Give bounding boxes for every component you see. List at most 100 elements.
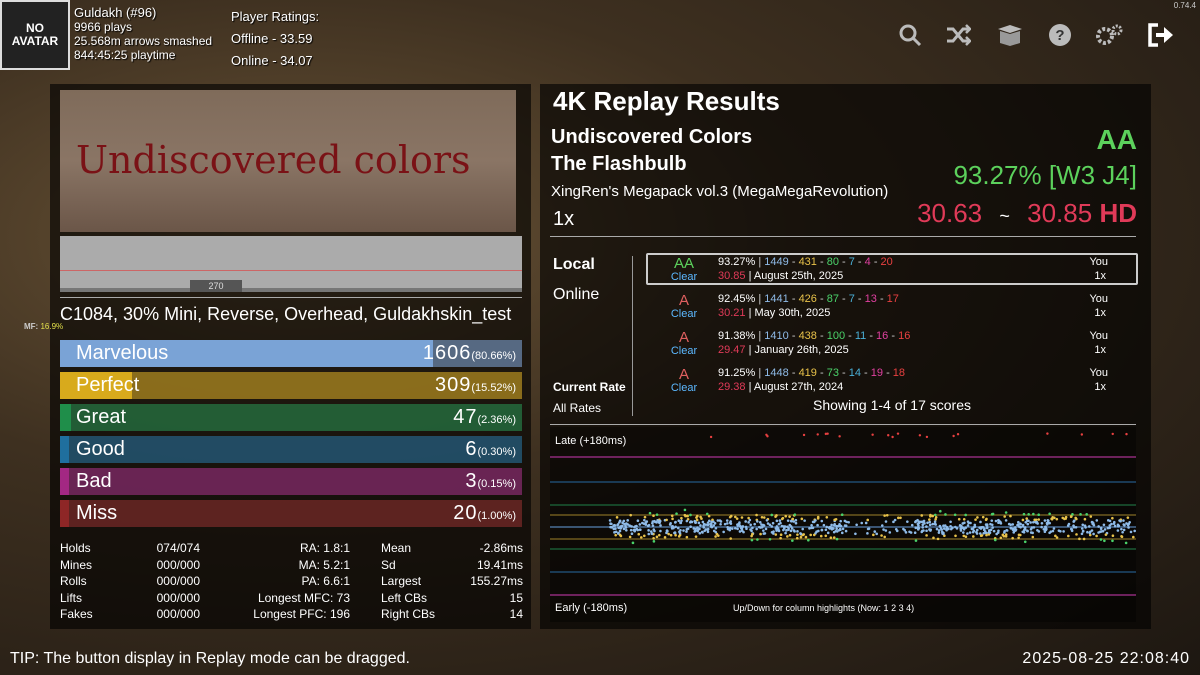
- offset-dot: [784, 531, 787, 535]
- stat-value: 074/074: [156, 541, 200, 555]
- offset-dot: [962, 531, 965, 534]
- score-row[interactable]: AA Clear 93.27% | 1449 - 431 - 80 - 7 - 4 …: [648, 254, 1136, 288]
- offset-dot: [652, 536, 655, 540]
- offset-dot: [984, 523, 988, 526]
- offset-dot: [788, 523, 792, 527]
- offset-dot: [764, 527, 768, 531]
- offset-dot: [610, 522, 613, 526]
- stat-row: Mines 000/000: [60, 557, 200, 574]
- offset-dot: [639, 536, 643, 539]
- judgment-values: 20(1.00%): [453, 502, 516, 525]
- tab-all-rates[interactable]: All Rates: [553, 401, 601, 415]
- offset-dot: [1095, 534, 1098, 538]
- offset-dot: [873, 530, 877, 533]
- offset-dot: [760, 523, 763, 526]
- offset-dot: [785, 529, 788, 532]
- offset-dot: [969, 521, 972, 525]
- stat-label: Right CBs: [381, 607, 436, 621]
- settings-icon[interactable]: [1092, 18, 1126, 52]
- stat-value: 000/000: [156, 590, 200, 605]
- offset-dot: [636, 528, 640, 532]
- offset-dot: [791, 539, 794, 542]
- tab-online[interactable]: Online: [553, 286, 599, 304]
- life-graph[interactable]: 270: [60, 236, 522, 292]
- help-icon[interactable]: ?: [1043, 18, 1077, 52]
- shuffle-icon[interactable]: [941, 18, 975, 52]
- score-line-2: 30.21 | May 30th, 2025: [718, 307, 831, 319]
- score-row[interactable]: A Clear 91.38% | 1410 - 438 - 100 - 11 - 1…: [648, 328, 1136, 362]
- stats-tap-counts: Holds 074/074 Mines 000/000 Rolls 000/000 Lift…: [60, 540, 200, 623]
- judgment-name: Miss: [76, 502, 118, 524]
- judgment-name: Good: [76, 438, 125, 460]
- offset-dot: [699, 515, 702, 519]
- score-judgment: 438: [798, 330, 817, 342]
- offset-dot: [957, 517, 961, 521]
- offset-dot: [872, 533, 875, 537]
- offset-dot: [1127, 526, 1130, 529]
- offset-dot: [652, 540, 656, 543]
- score-row[interactable]: A Clear 92.45% | 1441 - 426 - 87 - 7 - 13 …: [648, 291, 1136, 325]
- exit-icon[interactable]: [1144, 18, 1178, 52]
- score-acc: 92.45%: [718, 293, 756, 305]
- offset-dot: [768, 537, 772, 541]
- score-judgment: 1410: [764, 330, 789, 342]
- offset-dot: [1129, 530, 1133, 534]
- score-row[interactable]: A Clear 91.25% | 1448 - 419 - 73 - 14 - 19…: [648, 365, 1136, 399]
- offset-dot: [914, 539, 918, 542]
- offset-dot: [1029, 531, 1033, 534]
- difficulty-label: HD: [1099, 198, 1137, 228]
- offset-dot: [625, 528, 628, 532]
- offset-dot: [755, 513, 758, 517]
- offset-dot: [844, 529, 848, 533]
- player-ratings: Player Ratings: Offline - 33.59 Online -…: [231, 6, 319, 72]
- offset-dot: [835, 527, 838, 531]
- offset-dot: [750, 538, 754, 542]
- offset-dot: [1040, 525, 1043, 529]
- offset-dot: [885, 513, 889, 517]
- score-grade: A: [678, 366, 689, 383]
- judgment-row-great: Great 47(2.36%): [60, 404, 522, 431]
- offset-dot: [954, 525, 957, 529]
- tab-local[interactable]: Local: [553, 256, 595, 274]
- offset-dot: [638, 528, 642, 531]
- offset-dot: [991, 526, 994, 529]
- offset-dot: [812, 533, 816, 537]
- offset-dot: [942, 527, 946, 530]
- tab-current-rate[interactable]: Current Rate: [553, 380, 626, 394]
- offset-dot: [714, 530, 718, 534]
- score-ssr: 30.21: [718, 307, 746, 319]
- offset-dot: [979, 527, 983, 530]
- offset-dot: [841, 527, 845, 531]
- offset-dot: [747, 521, 750, 524]
- ssr-tilde: ~: [999, 206, 1010, 226]
- avatar[interactable]: NO AVATAR: [0, 0, 70, 70]
- avatar-line2: AVATAR: [11, 34, 59, 48]
- offset-dot: [706, 530, 710, 534]
- offset-dot: [936, 537, 940, 541]
- judgment-values: 309(15.52%): [435, 374, 516, 397]
- clock: 2025-08-25 22:08:40: [1022, 650, 1190, 667]
- offset-dot: [680, 519, 683, 522]
- offset-dot: [1102, 523, 1106, 527]
- offset-dot: [759, 532, 762, 536]
- score-grade: A: [678, 329, 689, 346]
- offset-dot: [1012, 531, 1016, 534]
- stat-row: Sd 19.41ms: [381, 557, 523, 574]
- score-judgment: 87: [826, 293, 839, 305]
- search-icon[interactable]: [893, 18, 927, 52]
- stat-label: Rolls: [60, 574, 87, 588]
- stat-label: Lifts: [60, 590, 83, 605]
- offset-dot: [647, 529, 650, 532]
- score-owner: You: [1089, 256, 1108, 268]
- ssr-value-2: 30.85: [1027, 198, 1093, 228]
- offset-dot: [1097, 531, 1100, 534]
- offset-plot[interactable]: [550, 427, 1136, 622]
- offset-miss-dot: [952, 434, 955, 438]
- box-icon[interactable]: [993, 18, 1027, 52]
- score-ssr: 30.85: [718, 270, 746, 282]
- offset-dot: [866, 527, 870, 531]
- offset-dot: [626, 519, 629, 522]
- offset-dot: [671, 517, 674, 521]
- offset-dot: [788, 533, 792, 537]
- offset-dot: [779, 536, 782, 540]
